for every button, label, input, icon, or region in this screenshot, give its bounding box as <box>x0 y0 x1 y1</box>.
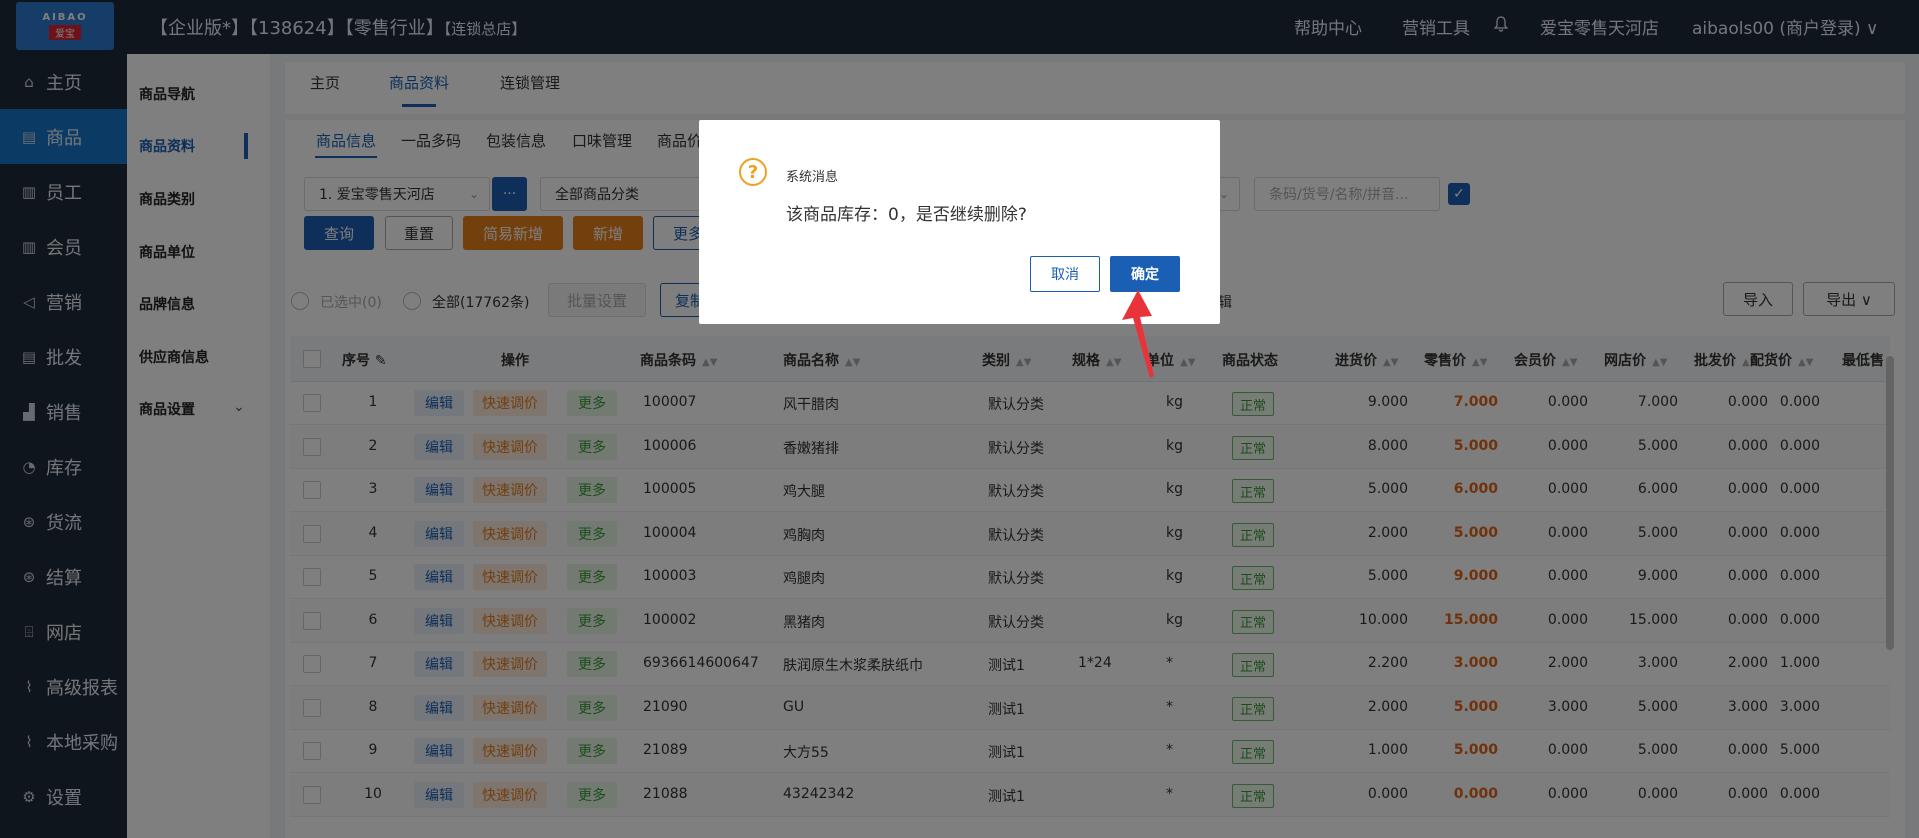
red-arrow-annotation <box>1122 290 1154 378</box>
cancel-button[interactable]: 取消 <box>1030 256 1100 292</box>
dialog-title: 系统消息 <box>786 170 839 185</box>
question-icon: ? <box>739 158 767 186</box>
confirm-button[interactable]: 确定 <box>1110 256 1180 292</box>
dialog-message: 该商品库存：0，是否继续删除? <box>786 205 1027 225</box>
